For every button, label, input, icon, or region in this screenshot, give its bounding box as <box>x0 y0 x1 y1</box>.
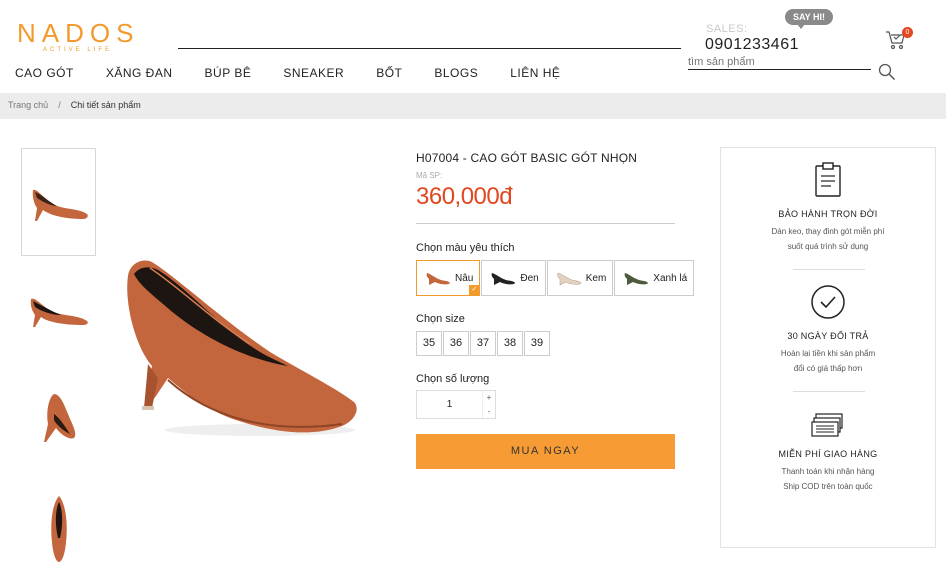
color-option-label: Xanh lá <box>653 272 688 284</box>
color-options: Nâu Đen Kem Xanh lá <box>416 260 695 296</box>
product-main-image[interactable] <box>110 248 360 448</box>
nav-item-lien-he[interactable]: LIÊN HỆ <box>510 66 560 80</box>
breadcrumb-current: Chi tiết sản phẩm <box>70 100 141 110</box>
policy-warranty: BẢO HÀNH TRỌN ĐỜI Dán keo, thay đinh gót… <box>721 162 935 254</box>
policy-panel: BẢO HÀNH TRỌN ĐỜI Dán keo, thay đinh gót… <box>720 147 936 548</box>
check-circle-icon <box>811 285 845 319</box>
shoe-back-image <box>43 394 75 442</box>
search-icon[interactable] <box>878 63 896 81</box>
say-hi-bubble[interactable]: SAY HI! <box>785 9 834 29</box>
size-option-36[interactable]: 36 <box>443 331 469 356</box>
size-options: 35 36 37 38 39 <box>416 331 551 356</box>
policy-return-line-2: đổi có giá thấp hơn <box>793 364 863 373</box>
shoe-swatch-green <box>624 273 649 285</box>
shoe-swatch-cream <box>557 272 582 286</box>
quantity-decrease-button[interactable]: - <box>483 405 495 419</box>
policy-return-line-1: Hoàn lại tiền khi sản phẩm <box>780 349 876 358</box>
sales-label: SALES: <box>706 23 748 35</box>
product-title: H07004 - CAO GÓT BASIC GÓT NHỌN <box>416 151 638 165</box>
shoe-swatch-black <box>491 273 516 285</box>
product-thumbnail-4[interactable] <box>21 475 96 583</box>
quantity-label: Chọn số lượng <box>416 373 490 385</box>
color-option-den[interactable]: Đen <box>481 260 546 296</box>
cart-count-badge: 0 <box>902 27 913 38</box>
shoe-side-image <box>32 189 88 221</box>
size-option-39[interactable]: 39 <box>524 331 550 356</box>
policy-warranty-title: BẢO HÀNH TRỌN ĐỜI <box>778 209 878 219</box>
policy-shipping: MIỄN PHÍ GIAO HÀNG Thanh toán khi nhận h… <box>721 410 935 494</box>
nav-item-xang-dan[interactable]: XĂNG ĐAN <box>106 66 173 80</box>
size-option-37[interactable]: 37 <box>470 331 496 356</box>
policy-warranty-line-2: suốt quá trình sử dụng <box>787 242 869 251</box>
color-option-kem[interactable]: Kem <box>546 260 614 296</box>
buy-now-button[interactable]: MUA NGAY <box>416 434 675 469</box>
size-option-38[interactable]: 38 <box>497 331 523 356</box>
shoe-angle-image <box>30 298 88 327</box>
nav-item-cao-got[interactable]: CAO GÓT <box>15 66 74 80</box>
breadcrumb-home[interactable]: Trang chủ <box>8 100 48 110</box>
product-sku-label: Mã SP: <box>416 171 443 180</box>
sales-phone[interactable]: 0901233461 <box>705 36 799 54</box>
policy-divider <box>793 391 865 392</box>
brand-name: NADOS <box>17 18 140 48</box>
policy-shipping-line-1: Thanh toán khi nhận hàng <box>781 467 875 476</box>
product-thumbnail-3[interactable] <box>21 366 96 474</box>
brand-logo[interactable]: NADOS ACTIVE LIFE <box>17 18 139 53</box>
policy-warranty-line-1: Dán keo, thay đinh gót miễn phí <box>771 227 885 236</box>
product-price: 360,000đ <box>416 183 513 210</box>
size-label: Chọn size <box>416 313 465 325</box>
price-divider <box>416 223 675 224</box>
quantity-input[interactable]: 1 <box>417 391 483 418</box>
nav-item-bot[interactable]: BỐT <box>376 66 402 80</box>
breadcrumb-separator: / <box>58 100 61 110</box>
main-nav: CAO GÓT XĂNG ĐAN BÚP BÊ SNEAKER BỐT BLOG… <box>15 66 560 80</box>
policy-return: 30 NGÀY ĐỔI TRẢ Hoàn lại tiền khi sản ph… <box>721 284 935 376</box>
shoe-swatch-brown <box>426 273 450 285</box>
breadcrumb: Trang chủ / Chi tiết sản phẩm <box>8 100 141 110</box>
nav-item-blogs[interactable]: BLOGS <box>434 66 478 80</box>
search-input[interactable] <box>688 54 871 70</box>
color-label: Chọn màu yêu thích <box>416 242 515 254</box>
product-thumbnail-2[interactable] <box>21 257 96 365</box>
nav-item-bup-be[interactable]: BÚP BÊ <box>205 66 252 80</box>
quantity-increase-button[interactable]: + <box>483 391 495 405</box>
color-option-label: Kem <box>585 272 607 284</box>
quantity-stepper: 1 + - <box>416 390 496 419</box>
money-icon <box>811 413 843 437</box>
policy-shipping-line-2: Ship COD trên toàn quốc <box>783 482 873 491</box>
color-option-nau[interactable]: Nâu <box>416 260 481 296</box>
clipboard-icon <box>815 162 841 197</box>
policy-shipping-title: MIỄN PHÍ GIAO HÀNG <box>778 449 878 459</box>
header-divider <box>178 48 681 49</box>
color-option-xanh-la[interactable]: Xanh lá <box>614 260 695 296</box>
shoe-top-image <box>50 496 67 562</box>
size-option-35[interactable]: 35 <box>416 331 442 356</box>
product-thumbnail-1[interactable] <box>21 148 96 256</box>
policy-divider <box>793 269 865 270</box>
color-option-label: Đen <box>520 272 539 284</box>
breadcrumb-bar <box>0 93 946 119</box>
policy-return-title: 30 NGÀY ĐỔI TRẢ <box>787 331 869 341</box>
color-option-label: Nâu <box>455 272 474 284</box>
nav-item-sneaker[interactable]: SNEAKER <box>283 66 344 80</box>
